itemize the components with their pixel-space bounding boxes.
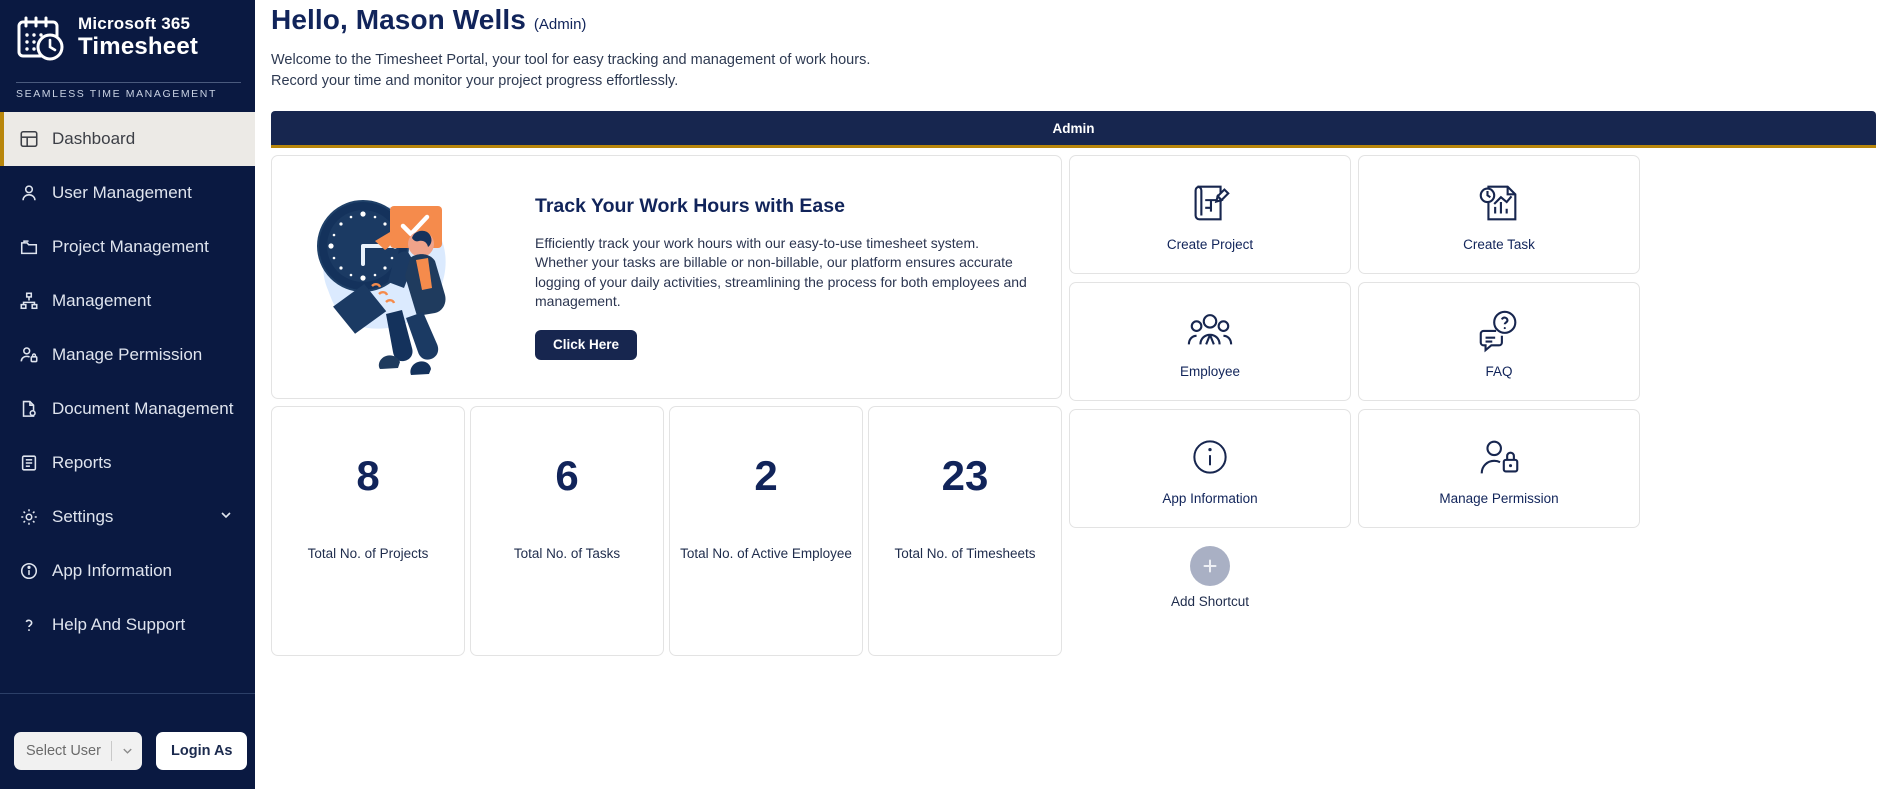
sidebar-item-settings[interactable]: Settings: [0, 490, 255, 544]
plus-icon: [1190, 546, 1230, 586]
user-role-badge: (Admin): [533, 16, 587, 33]
sidebar-item-project-management[interactable]: Project Management: [0, 220, 255, 274]
admin-banner: Admin: [271, 111, 1876, 148]
shortcut-label: FAQ: [1485, 364, 1513, 379]
greeting-block: Hello, Mason Wells (Admin) Welcome to th…: [263, 0, 1876, 92]
person-lock-icon: [1475, 431, 1523, 483]
shortcut-faq[interactable]: FAQ: [1358, 282, 1640, 401]
main-content: Hello, Mason Wells (Admin) Welcome to th…: [255, 0, 1898, 789]
sidebar-item-help-and-support[interactable]: Help And Support: [0, 598, 255, 652]
stat-card: 6 Total No. of Tasks: [470, 406, 664, 656]
sidebar-item-label: User Management: [52, 183, 192, 202]
question-mark-icon: [18, 614, 40, 636]
chevron-down-icon[interactable]: [219, 507, 233, 527]
hero-title: Track Your Work Hours with Ease: [535, 194, 845, 217]
select-user-dropdown[interactable]: Select User: [14, 731, 142, 770]
info-circle-icon: [1187, 431, 1233, 483]
sidebar-item-user-management[interactable]: User Management: [0, 166, 255, 220]
sidebar-item-label: Project Management: [52, 237, 209, 256]
sidebar-item-label: Document Management: [52, 399, 234, 418]
chevron-down-icon[interactable]: [112, 744, 142, 757]
stat-value: 23: [941, 452, 989, 499]
left-column: Track Your Work Hours with Ease Efficien…: [271, 155, 1062, 656]
hierarchy-icon: [18, 290, 40, 312]
faq-chat-icon: [1475, 304, 1523, 356]
app-root: Microsoft 365 Timesheet SEAMLESS TIME MA…: [0, 0, 1898, 789]
blueprint-pencil-icon: [1186, 177, 1234, 229]
logo-line-1: Microsoft 365: [78, 14, 191, 33]
sidebar-item-label: Management: [52, 291, 152, 310]
stat-value: 8: [356, 452, 380, 499]
sidebar-nav: Dashboard User Management Project Manage…: [0, 112, 255, 652]
dashboard-grid-icon: [18, 128, 40, 150]
sidebar-item-label: Dashboard: [52, 129, 136, 148]
user-lock-icon: [18, 344, 40, 366]
document-gear-icon: [18, 398, 40, 420]
stat-value: 6: [555, 452, 579, 499]
sidebar-item-dashboard[interactable]: Dashboard: [0, 112, 255, 166]
page-title: Hello, Mason Wells: [271, 4, 526, 35]
sidebar-item-reports[interactable]: Reports: [0, 436, 255, 490]
shortcut-app-information[interactable]: App Information: [1069, 409, 1351, 528]
shortcut-label: Create Task: [1463, 237, 1535, 252]
calendar-clock-icon: [16, 14, 68, 66]
sidebar-footer: Select User Login As: [0, 693, 255, 789]
shortcut-employee[interactable]: Employee: [1069, 282, 1351, 401]
report-icon: [18, 452, 40, 474]
shortcut-label: Employee: [1179, 364, 1241, 379]
stat-cards: 8 Total No. of Projects 6 Total No. of T…: [271, 406, 1062, 656]
shortcut-label: Manage Permission: [1439, 491, 1559, 506]
stat-card: 8 Total No. of Projects: [271, 406, 465, 656]
stat-value: 2: [754, 452, 778, 499]
shortcut-label: Create Project: [1166, 237, 1254, 252]
login-as-button[interactable]: Login As: [156, 731, 248, 770]
logo-line-2: Timesheet: [78, 33, 199, 60]
shortcut-create-project[interactable]: Create Project: [1069, 155, 1351, 274]
click-here-button[interactable]: Click Here: [535, 329, 638, 360]
sidebar-item-management[interactable]: Management: [0, 274, 255, 328]
user-icon: [18, 182, 40, 204]
gear-icon: [18, 506, 40, 528]
sidebar-item-label: Help And Support: [52, 615, 186, 634]
sidebar: Microsoft 365 Timesheet SEAMLESS TIME MA…: [0, 0, 255, 789]
add-shortcut-label: Add Shortcut: [1170, 594, 1250, 609]
task-chart-icon: [1475, 177, 1523, 229]
hero-body-text: Efficiently track your work hours with o…: [535, 234, 1027, 310]
stat-label: Total No. of Timesheets: [894, 546, 1036, 561]
sidebar-item-manage-permission[interactable]: Manage Permission: [0, 328, 255, 382]
welcome-line-1: Welcome to the Timesheet Portal, your to…: [271, 52, 871, 68]
sidebar-item-label: App Information: [52, 561, 173, 580]
stat-label: Total No. of Projects: [307, 546, 429, 561]
shortcut-manage-permission[interactable]: Manage Permission: [1358, 409, 1640, 528]
shortcut-create-task[interactable]: Create Task: [1358, 155, 1640, 274]
welcome-line-2: Record your time and monitor your projec…: [271, 73, 679, 89]
clock-person-illustration: [290, 170, 505, 385]
shortcut-label: App Information: [1162, 491, 1258, 506]
stat-label: Total No. of Tasks: [513, 546, 621, 561]
sidebar-item-app-information[interactable]: App Information: [0, 544, 255, 598]
shortcut-tiles: Create Project Create Task Employee FAQ …: [1069, 155, 1641, 656]
hero-card: Track Your Work Hours with Ease Efficien…: [271, 155, 1062, 399]
logo-tagline: SEAMLESS TIME MANAGEMENT: [16, 88, 217, 100]
stat-card: 2 Total No. of Active Employee: [669, 406, 863, 656]
sidebar-item-label: Manage Permission: [52, 345, 203, 364]
stat-card: 23 Total No. of Timesheets: [868, 406, 1062, 656]
people-group-icon: [1186, 304, 1234, 356]
select-user-label: Select User: [26, 742, 101, 759]
app-logo: Microsoft 365 Timesheet: [0, 0, 255, 76]
sidebar-item-label: Reports: [52, 453, 112, 472]
folder-icon: [18, 236, 40, 258]
sidebar-item-document-management[interactable]: Document Management: [0, 382, 255, 436]
stat-label: Total No. of Active Employee: [680, 546, 852, 561]
sidebar-item-label: Settings: [52, 507, 114, 526]
info-circle-icon: [18, 560, 40, 582]
add-shortcut-button[interactable]: Add Shortcut: [1069, 536, 1351, 655]
